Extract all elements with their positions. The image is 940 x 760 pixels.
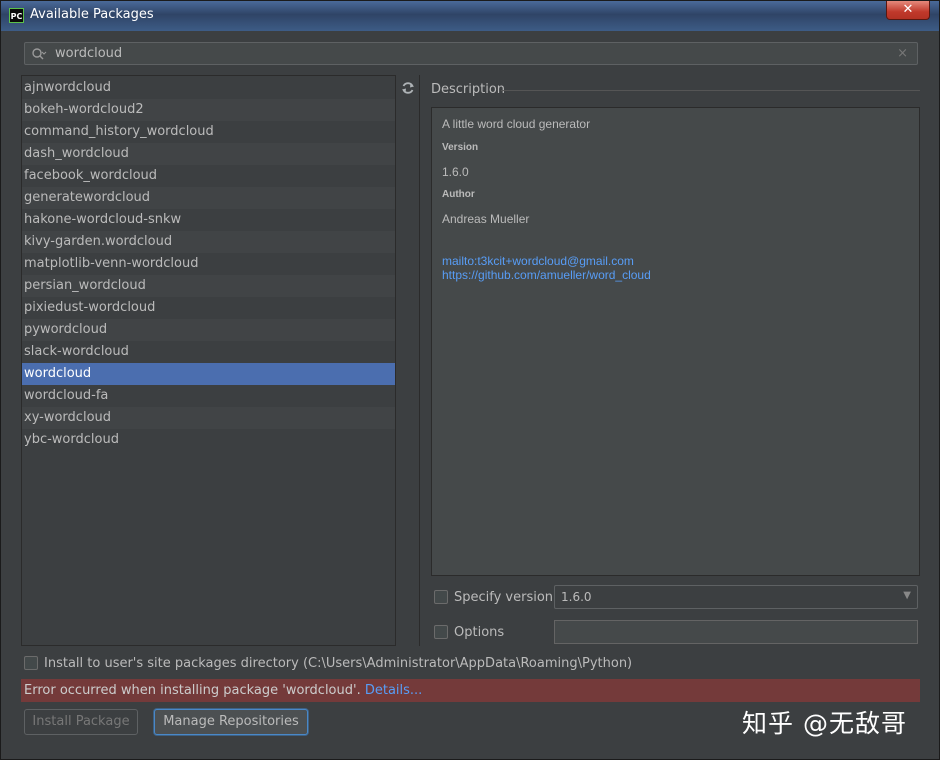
description-divider <box>501 90 920 91</box>
package-summary: A little word cloud generator <box>442 117 591 131</box>
error-message: Error occurred when installing package '… <box>24 683 365 698</box>
package-list-item[interactable]: bokeh-wordcloud2 <box>22 99 395 121</box>
package-list-item[interactable]: ybc-wordcloud <box>22 429 395 451</box>
manage-repositories-button[interactable]: Manage Repositories <box>154 709 308 735</box>
install-user-checkbox[interactable] <box>24 656 38 670</box>
version-select-value: 1.6.0 <box>561 590 592 604</box>
search-input[interactable]: wordcloud × <box>24 42 918 65</box>
options-input[interactable] <box>554 620 918 644</box>
chevron-down-icon: ▼ <box>903 590 911 601</box>
repository-link[interactable]: https://github.com/amueller/word_cloud <box>442 268 651 282</box>
window-title: Available Packages <box>30 7 154 22</box>
list-toolbar <box>396 75 420 646</box>
email-link[interactable]: mailto:t3kcit+wordcloud@gmail.com <box>442 254 634 268</box>
package-list-item[interactable]: pywordcloud <box>22 319 395 341</box>
description-heading: Description <box>431 82 506 97</box>
install-package-button[interactable]: Install Package <box>24 709 138 735</box>
search-icon <box>32 48 47 60</box>
pycharm-icon: PC <box>9 8 24 23</box>
package-list-item[interactable]: pixiedust-wordcloud <box>22 297 395 319</box>
clear-search-icon[interactable]: × <box>897 46 908 61</box>
title-bar: PC Available Packages ✕ <box>1 1 939 31</box>
package-list-item[interactable]: slack-wordcloud <box>22 341 395 363</box>
package-list-item[interactable]: kivy-garden.wordcloud <box>22 231 395 253</box>
package-list-item[interactable]: facebook_wordcloud <box>22 165 395 187</box>
package-list-item[interactable]: matplotlib-venn-wordcloud <box>22 253 395 275</box>
package-list-item[interactable]: wordcloud-fa <box>22 385 395 407</box>
package-list-item[interactable]: command_history_wordcloud <box>22 121 395 143</box>
specify-version-label: Specify version <box>454 590 554 605</box>
package-list-item[interactable]: wordcloud <box>22 363 395 385</box>
available-packages-window: PC Available Packages ✕ wordcloud × ajnw… <box>0 0 940 760</box>
error-banner: Error occurred when installing package '… <box>21 679 920 702</box>
package-list-item[interactable]: dash_wordcloud <box>22 143 395 165</box>
close-button[interactable]: ✕ <box>886 1 930 20</box>
details-link[interactable]: Details... <box>365 683 422 698</box>
watermark: 知乎 @无敌哥 <box>742 709 907 738</box>
version-label: Version <box>442 142 479 153</box>
package-list-item[interactable]: ajnwordcloud <box>22 77 395 99</box>
version-select[interactable]: 1.6.0 ▼ <box>554 585 918 609</box>
search-value: wordcloud <box>55 46 123 61</box>
description-panel: A little word cloud generator Version 1.… <box>431 107 920 576</box>
package-list-item[interactable]: persian_wordcloud <box>22 275 395 297</box>
options-checkbox[interactable] <box>434 625 448 639</box>
author-value: Andreas Mueller <box>442 212 530 226</box>
specify-version-checkbox[interactable] <box>434 590 448 604</box>
install-user-label: Install to user's site packages director… <box>44 656 633 671</box>
package-list-item[interactable]: generatewordcloud <box>22 187 395 209</box>
refresh-icon[interactable] <box>400 80 416 96</box>
version-value: 1.6.0 <box>442 165 469 179</box>
package-list-item[interactable]: hakone-wordcloud-snkw <box>22 209 395 231</box>
author-label: Author <box>442 189 475 200</box>
package-list-item[interactable]: xy-wordcloud <box>22 407 395 429</box>
options-label: Options <box>454 625 505 640</box>
package-list[interactable]: ajnwordcloud bokeh-wordcloud2 command_hist… <box>21 75 396 646</box>
